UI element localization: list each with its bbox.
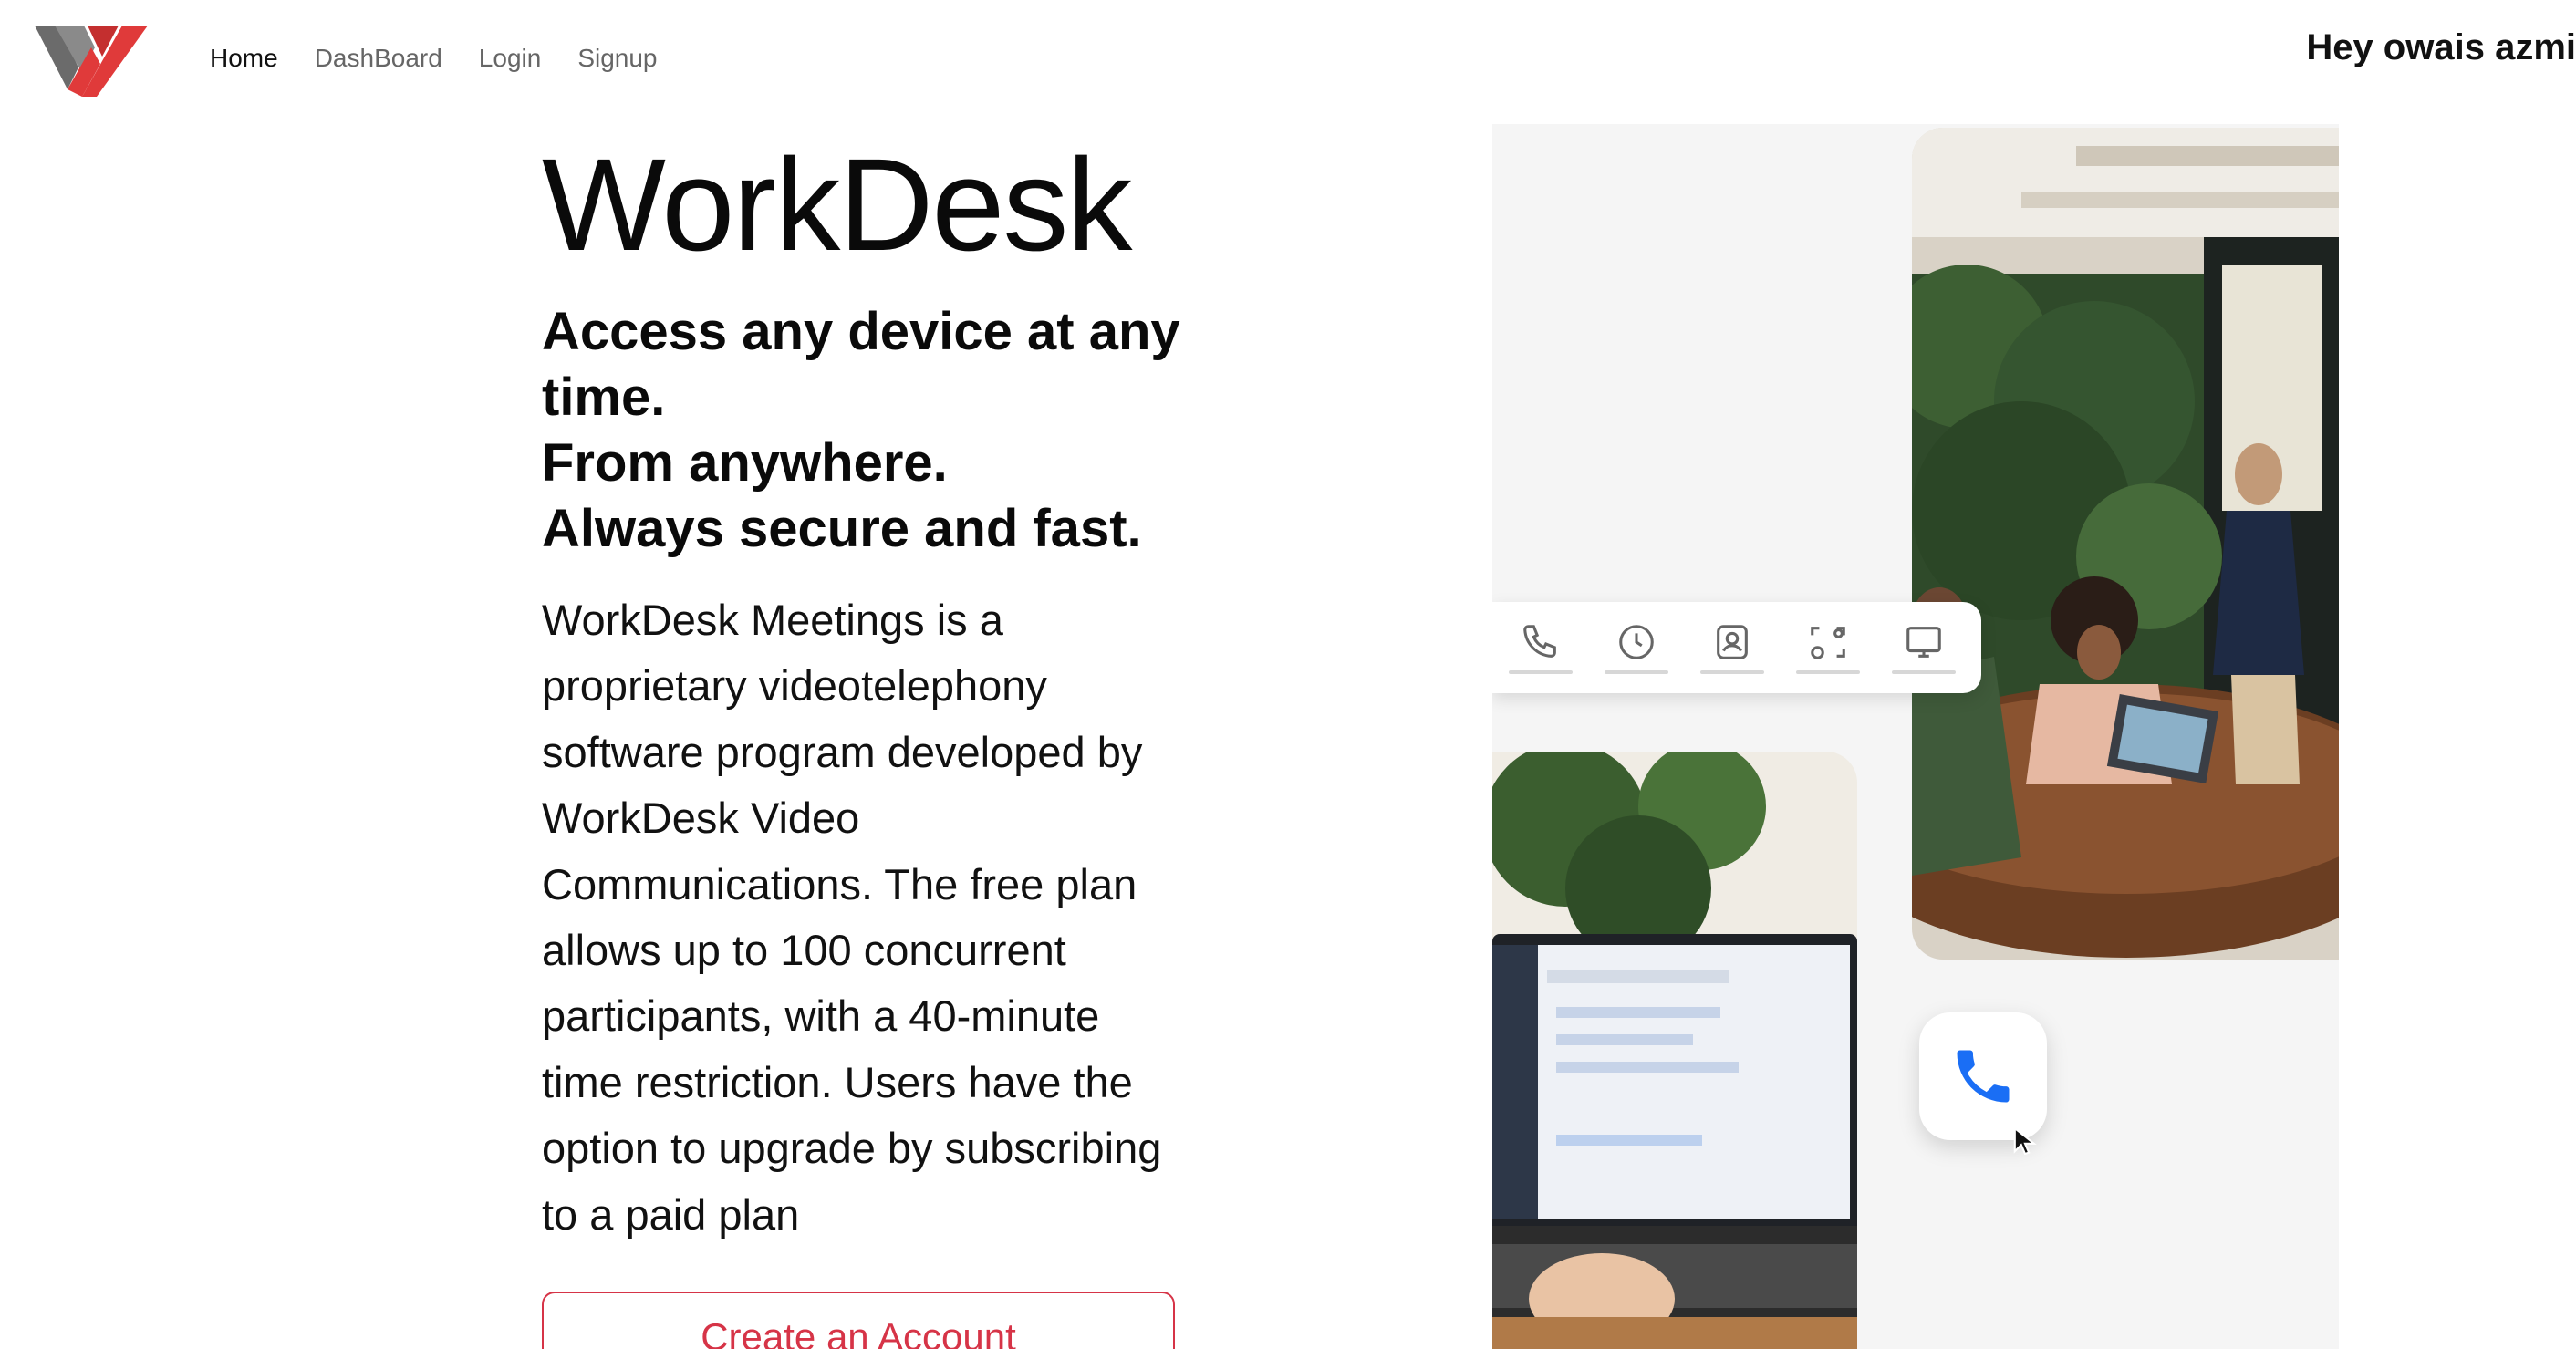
hero-section: WorkDesk Access any device at any time. … [542,137,1199,1248]
contact-icon[interactable] [1699,616,1764,680]
tagline-line: From anywhere. [542,433,948,493]
page-title: WorkDesk [542,131,1132,278]
nav-link-dashboard[interactable]: DashBoard [315,40,442,77]
hero-tagline: Access any device at any time. From anyw… [542,299,1199,562]
monitor-icon[interactable] [1892,616,1957,680]
laptop-photo [1492,752,1857,1349]
nav-link-signup[interactable]: Signup [577,40,657,77]
call-button[interactable] [1919,1012,2047,1140]
create-account-button[interactable]: Create an Account [542,1292,1175,1349]
workdesk-logo-icon[interactable] [31,20,151,97]
tagline-line: Access any device at any time. [542,302,1180,427]
phone-icon [1957,1050,2010,1103]
nav-link-login[interactable]: Login [479,40,542,77]
navbar: Home DashBoard Login Signup Hey owais az… [0,0,2576,119]
screen-share-icon[interactable] [1796,616,1861,680]
office-meeting-photo [1912,128,2339,960]
hero-illustration [1492,124,2339,1349]
call-toolbar [1492,602,1981,693]
phone-icon[interactable] [1508,616,1573,680]
hero-description: WorkDesk Meetings is a proprietary video… [542,596,1162,1239]
clock-icon[interactable] [1604,616,1668,680]
user-greeting: Hey owais azmi [2306,27,2576,67]
nav-links: Home DashBoard Login Signup [210,40,658,77]
nav-link-home[interactable]: Home [210,40,278,77]
tagline-line: Always secure and fast. [542,499,1142,558]
mouse-cursor-icon [2013,1126,2037,1156]
